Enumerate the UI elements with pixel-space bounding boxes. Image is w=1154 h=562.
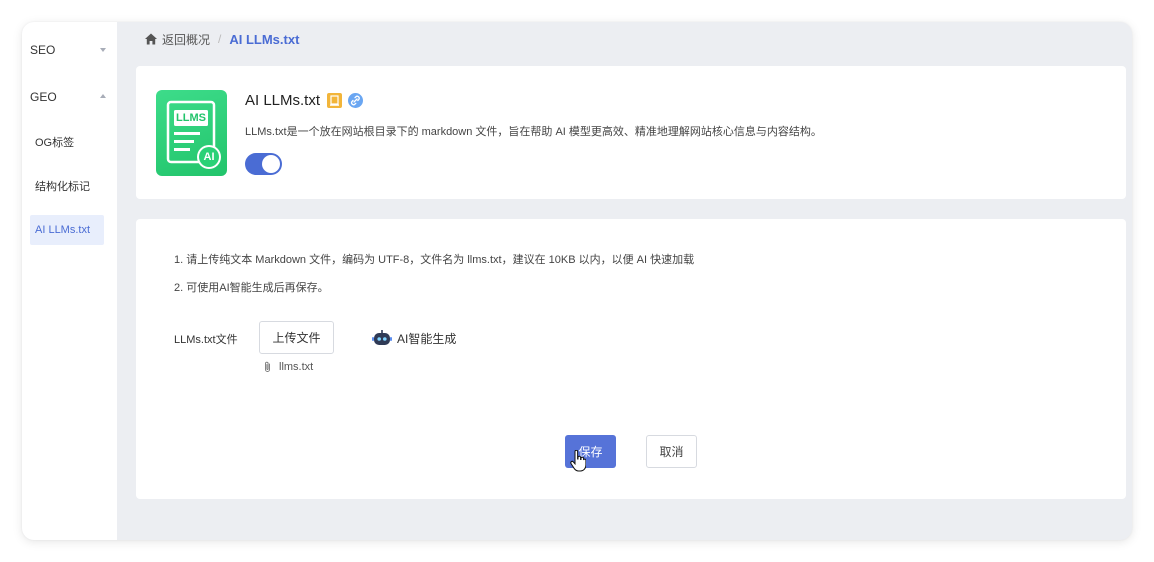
- sidebar-group-geo[interactable]: GEO: [30, 83, 112, 111]
- breadcrumb-current: AI LLMs.txt: [229, 31, 300, 47]
- uploaded-file-item[interactable]: llms.txt: [263, 361, 313, 373]
- field-label: LLMs.txt文件: [174, 334, 238, 346]
- logo-ai-badge: AI: [203, 151, 215, 163]
- link-badge-icon[interactable]: [348, 93, 364, 108]
- sidebar-item-label: OG标签: [35, 137, 75, 149]
- sidebar-item-og[interactable]: OG标签: [30, 127, 104, 157]
- page-title: AI LLMs.txt: [245, 92, 321, 109]
- breadcrumb-back-link[interactable]: 返回概况: [162, 31, 210, 48]
- ai-generate-button[interactable]: AI智能生成: [372, 329, 456, 347]
- title-row: AI LLMs.txt: [245, 92, 364, 109]
- document-badge-icon: [327, 93, 343, 108]
- app-window: SEO GEO OG标签 结构化标记 AI LLMs.txt 返回概况 / AI…: [22, 22, 1132, 540]
- sidebar-item-label: AI LLMs.txt: [35, 224, 91, 236]
- uploaded-file-name: llms.txt: [279, 361, 314, 373]
- breadcrumb: 返回概况 / AI LLMs.txt: [144, 30, 299, 48]
- sidebar-item-structured-data[interactable]: 结构化标记: [30, 171, 104, 201]
- note-2: 2. 可使用AI智能生成后再保存。: [174, 282, 329, 294]
- sidebar: SEO GEO OG标签 结构化标记 AI LLMs.txt: [22, 22, 117, 540]
- robot-icon: [372, 330, 392, 345]
- toggle-knob: [262, 155, 280, 173]
- hand-cursor-icon: [570, 450, 586, 472]
- chevron-down-icon: [100, 48, 106, 52]
- llms-header-card: LLMS AI AI LLMs.txt LLMs.txt是一个放在网站根目录下的…: [136, 66, 1126, 199]
- sidebar-group-label: GEO: [30, 90, 57, 104]
- breadcrumb-separator: /: [218, 32, 222, 46]
- sidebar-item-label: 结构化标记: [35, 181, 90, 193]
- sidebar-item-ai-llms[interactable]: AI LLMs.txt: [30, 215, 104, 245]
- ai-generate-label: AI智能生成: [397, 331, 457, 346]
- enable-toggle[interactable]: [245, 153, 282, 175]
- paperclip-icon: [265, 361, 270, 372]
- upload-file-button[interactable]: 上传文件: [259, 321, 334, 354]
- llms-upload-card: 1. 请上传纯文本 Markdown 文件，编码为 UTF-8，文件名为 llm…: [136, 219, 1126, 499]
- chevron-up-icon: [100, 94, 106, 98]
- llms-logo: LLMS AI: [156, 90, 227, 176]
- sidebar-group-label: SEO: [30, 43, 56, 57]
- cancel-button[interactable]: 取消: [646, 435, 697, 468]
- description: LLMs.txt是一个放在网站根目录下的 markdown 文件，旨在帮助 AI…: [245, 126, 822, 138]
- home-icon[interactable]: [144, 32, 158, 46]
- sidebar-group-seo[interactable]: SEO: [30, 36, 112, 64]
- logo-text: LLMS: [176, 112, 206, 124]
- note-1: 1. 请上传纯文本 Markdown 文件，编码为 UTF-8，文件名为 llm…: [174, 254, 695, 266]
